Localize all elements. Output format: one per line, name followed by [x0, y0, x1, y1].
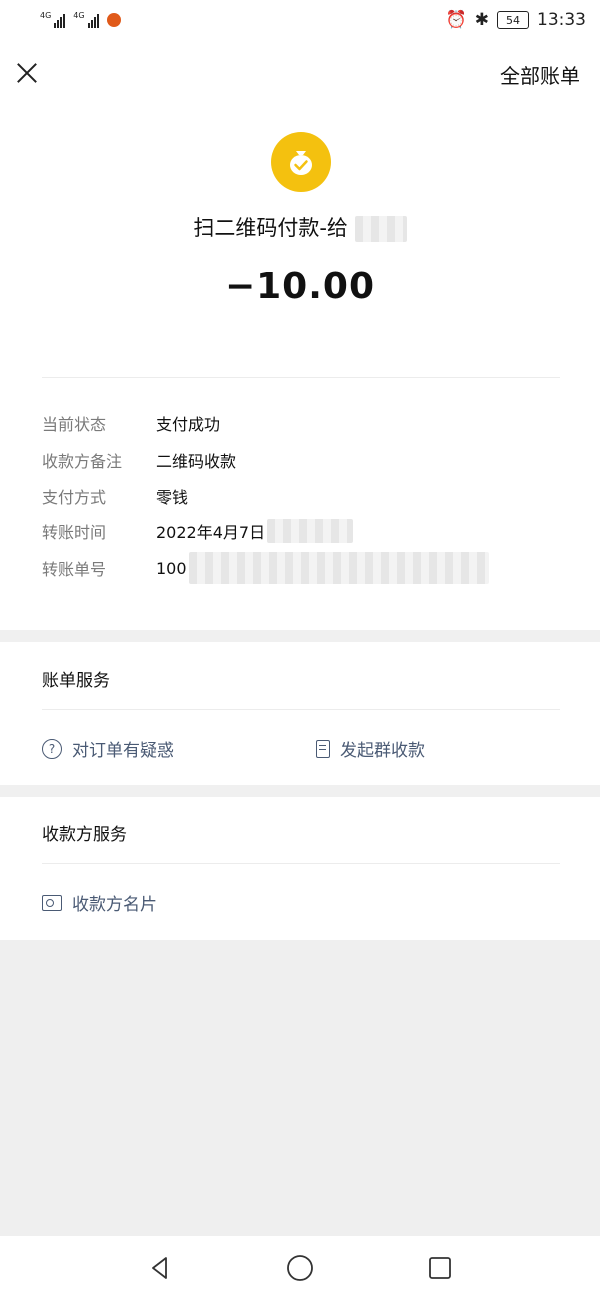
- section-separator: [0, 630, 600, 642]
- detail-label: 当前状态: [42, 415, 107, 434]
- app-notification-icon: [106, 13, 121, 27]
- transaction-id: 100: [156, 558, 187, 578]
- detail-label: 收款方备注: [42, 452, 123, 471]
- redacted-time: [267, 519, 354, 543]
- document-icon: [316, 739, 330, 758]
- detail-value: 零钱: [156, 488, 189, 507]
- signal-icon-2: 4G: [73, 12, 99, 28]
- alarm-icon: ⏰: [445, 10, 467, 30]
- battery-icon: 54: [497, 11, 529, 29]
- divider: [42, 709, 560, 710]
- nav-home-icon[interactable]: [280, 1248, 320, 1288]
- detail-label: 支付方式: [42, 488, 107, 507]
- status-bar: 4G 4G ⏰ ✱ 54 13:33: [0, 0, 600, 40]
- money-bag-check-icon: [271, 132, 331, 192]
- transfer-date: 2022年4月7日: [156, 523, 266, 542]
- redacted-transaction-id: [188, 552, 489, 584]
- status-time: 13:33: [537, 10, 586, 30]
- system-nav-bar: [0, 1236, 600, 1300]
- bill-services-title: 账单服务: [42, 671, 110, 691]
- section-separator: [0, 785, 600, 797]
- payee-card-link[interactable]: 收款方名片: [42, 890, 157, 915]
- detail-row-transfer-time: 转账时间 2022年4月7日: [42, 516, 562, 546]
- status-right: ⏰ ✱ 54 13:33: [446, 10, 586, 30]
- contact-card-icon: [42, 894, 62, 911]
- detail-row-status: 当前状态 支付成功: [42, 408, 562, 438]
- detail-label: 转账时间: [42, 523, 107, 542]
- question-circle-icon: ?: [42, 738, 62, 759]
- bluetooth-icon: ✱: [474, 10, 489, 30]
- payment-title-text: 扫二维码付款-给: [193, 216, 348, 240]
- payee-card-label: 收款方名片: [72, 895, 157, 915]
- divider: [42, 863, 560, 864]
- detail-value: 100: [156, 552, 489, 584]
- divider: [42, 377, 560, 378]
- nav-back-icon[interactable]: [140, 1248, 180, 1288]
- status-left: 4G 4G: [40, 12, 121, 28]
- detail-value: 二维码收款: [156, 452, 237, 471]
- empty-background: [0, 940, 600, 1236]
- detail-row-payee-note: 收款方备注 二维码收款: [42, 445, 562, 475]
- group-collect-link[interactable]: 发起群收款: [316, 736, 425, 761]
- payee-services-title: 收款方服务: [42, 825, 127, 845]
- topbar: 全部账单: [0, 40, 600, 106]
- group-collect-label: 发起群收款: [340, 741, 425, 761]
- question-order-label: 对订单有疑惑: [72, 741, 174, 761]
- question-order-link[interactable]: ? 对订单有疑惑: [42, 736, 174, 761]
- all-bills-link[interactable]: 全部账单: [500, 60, 580, 89]
- detail-row-transaction-id: 转账单号 100: [42, 552, 562, 584]
- nav-recent-icon[interactable]: [420, 1248, 460, 1288]
- detail-value: 2022年4月7日: [156, 519, 354, 543]
- payment-amount: −10.00: [224, 266, 376, 307]
- redacted-payee-name: [354, 216, 407, 242]
- detail-row-payment-method: 支付方式 零钱: [42, 481, 562, 511]
- close-icon[interactable]: [14, 60, 40, 86]
- payment-title: 扫二维码付款-给: [0, 212, 600, 242]
- detail-label: 转账单号: [42, 560, 107, 579]
- detail-value: 支付成功: [156, 415, 221, 434]
- signal-icon: 4G: [40, 12, 66, 28]
